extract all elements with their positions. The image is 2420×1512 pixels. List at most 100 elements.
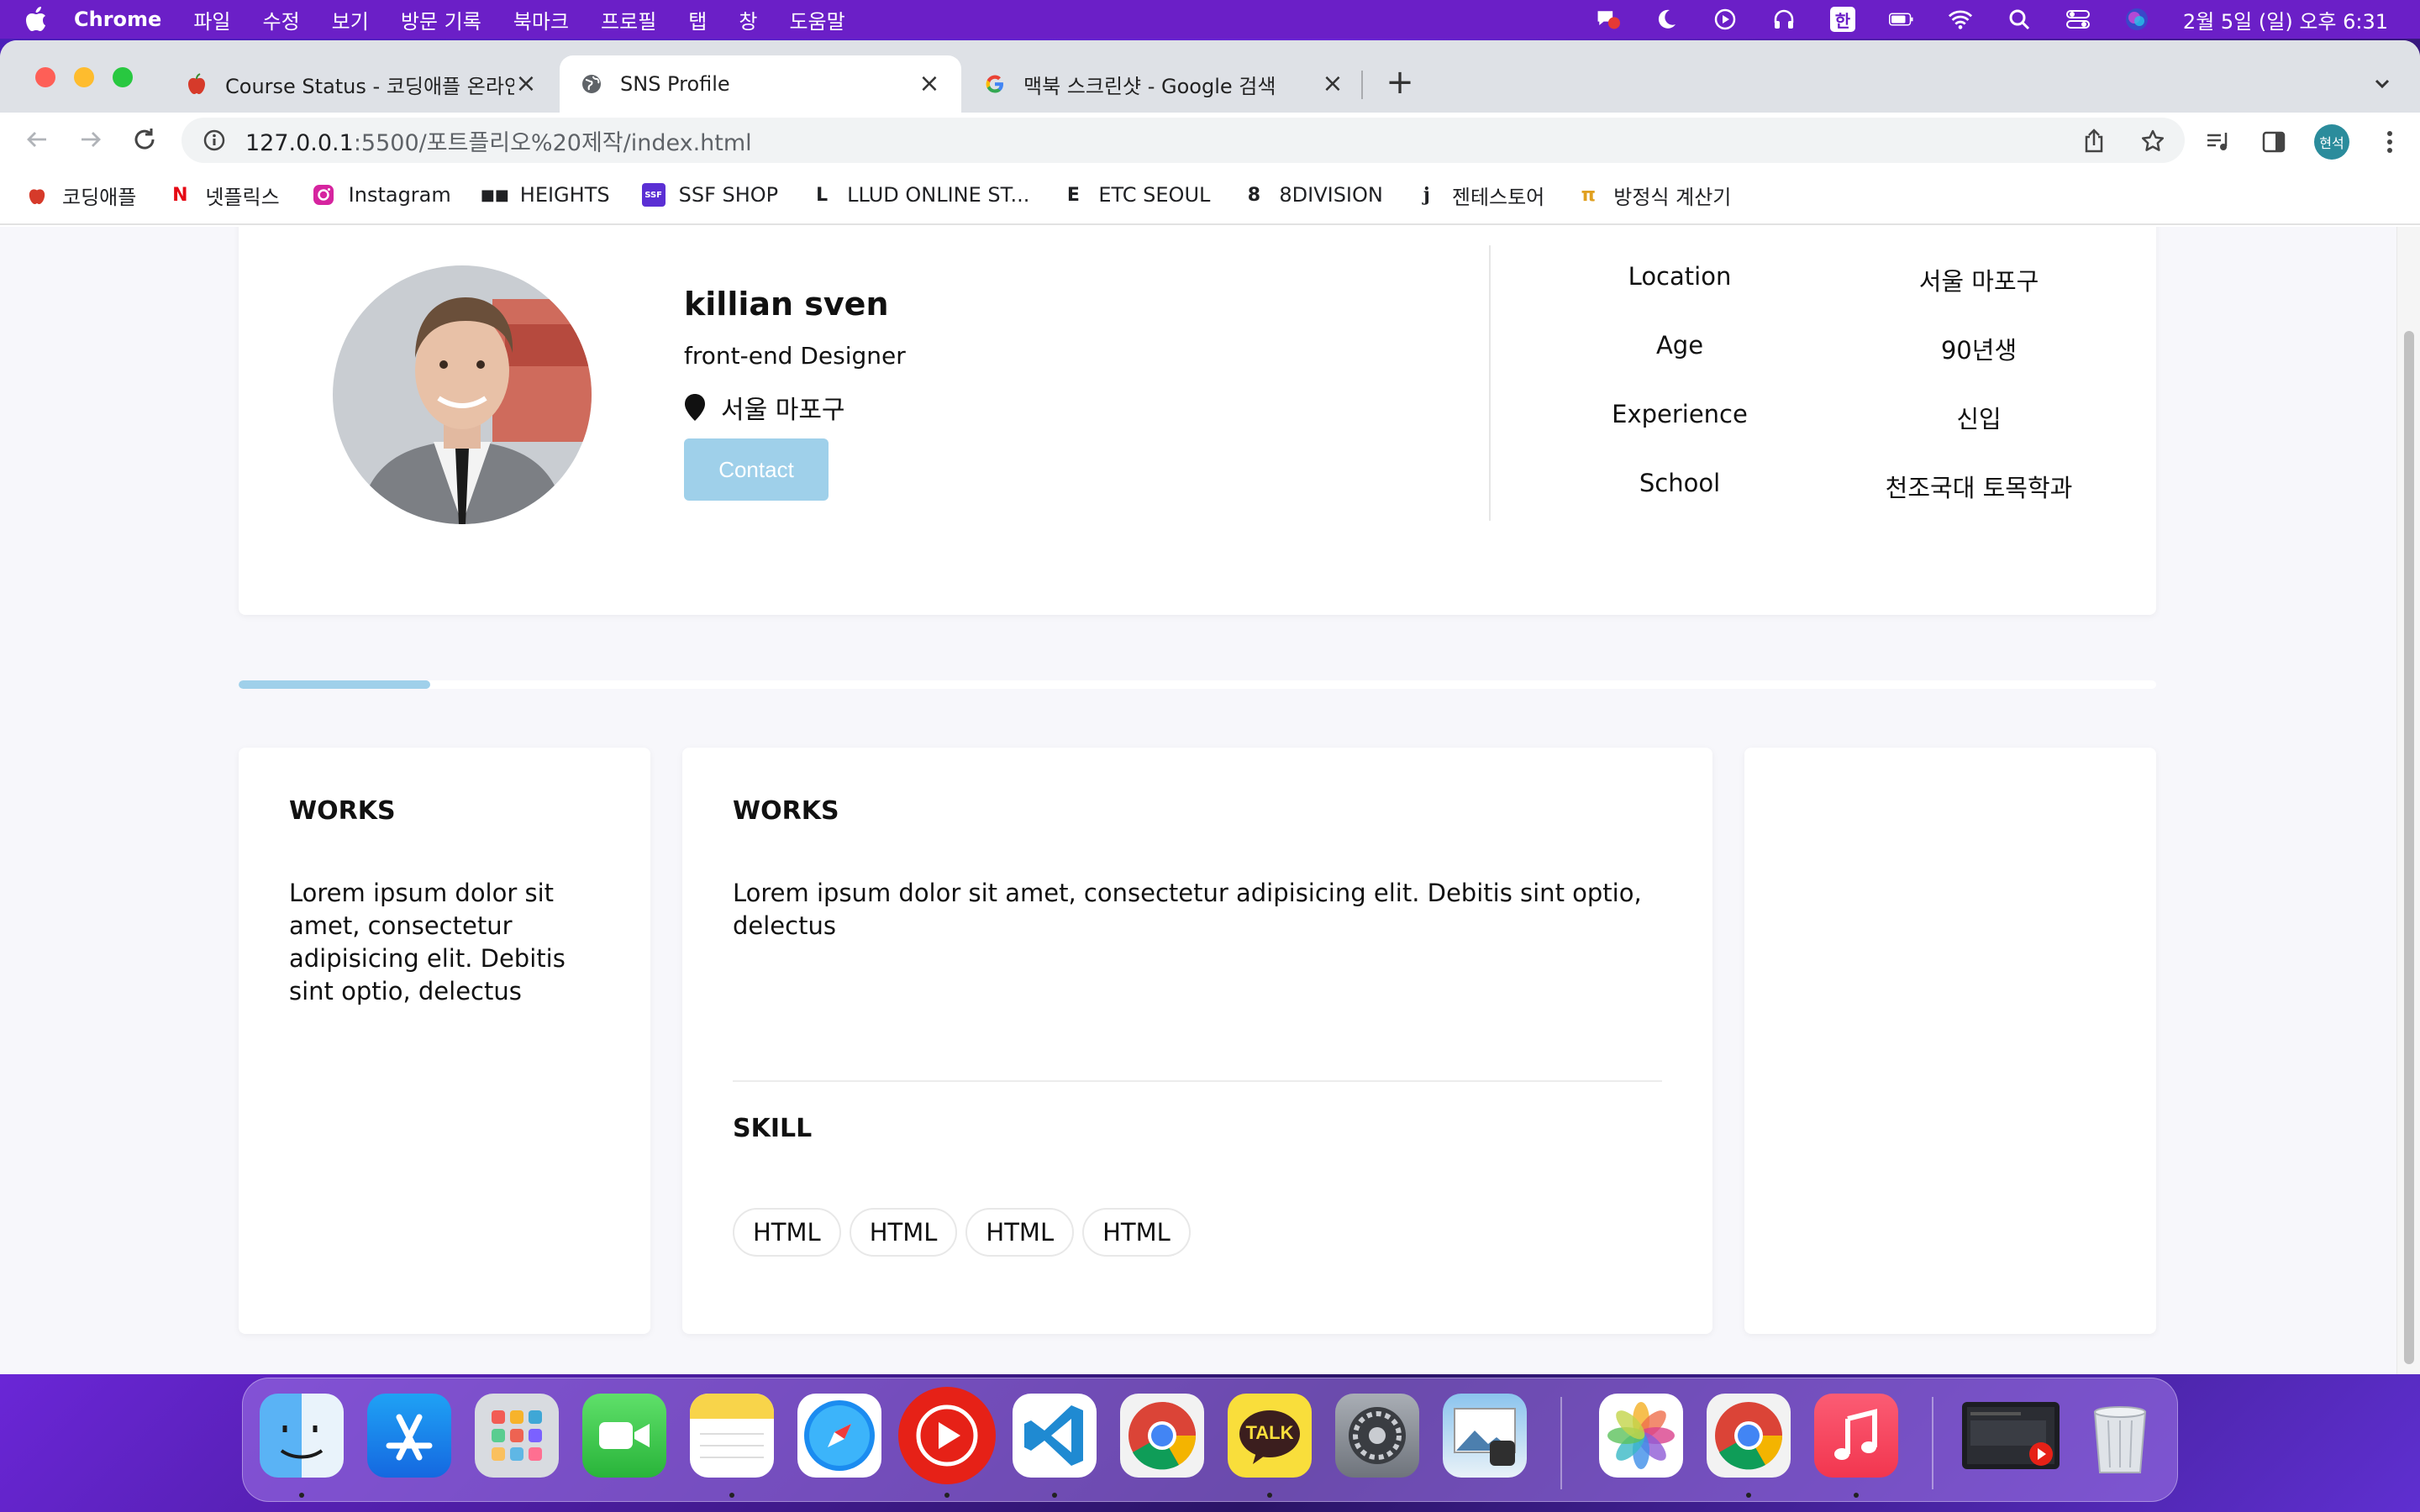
- app-store-icon[interactable]: [367, 1394, 451, 1478]
- bookmark-star-icon[interactable]: [2139, 128, 2166, 155]
- control-center-icon[interactable]: [2065, 7, 2091, 32]
- works-skill-card: WORKS Lorem ipsum dolor sit amet, consec…: [682, 748, 1712, 1334]
- bookmark-heights[interactable]: ■■ HEIGHTS: [481, 183, 610, 207]
- music-icon[interactable]: [1814, 1394, 1898, 1478]
- moon-icon[interactable]: [1654, 7, 1679, 32]
- bookmark-label: 코딩애플: [62, 185, 137, 209]
- window-close-button[interactable]: [35, 67, 55, 87]
- input-source-icon[interactable]: 한: [1829, 7, 1855, 32]
- menu-edit[interactable]: 수정: [262, 5, 299, 34]
- scrollbar-thumb[interactable]: [2404, 331, 2414, 1364]
- bookmarks-bar: 코딩애플 N 넷플릭스 Instagram ■■ HEIGHTS SSF SSF…: [0, 166, 2420, 225]
- play-circle-icon[interactable]: [1712, 7, 1738, 32]
- tab-close-icon[interactable]: ×: [1321, 71, 1344, 97]
- screen-recording-icon[interactable]: [1962, 1402, 2060, 1469]
- bookmark-codingapple[interactable]: 코딩애플: [25, 181, 136, 210]
- apple-favicon-icon: [185, 72, 208, 96]
- tab-google-search[interactable]: 맥북 스크린샷 - Google 검색 ×: [963, 55, 1365, 113]
- tab-search-chevron-icon[interactable]: [2370, 71, 2395, 96]
- bookmark-etc-seoul[interactable]: E ETC SEOUL: [1061, 183, 1211, 207]
- page-viewport[interactable]: killian sven front-end Designer 서울 마포구 C…: [0, 227, 2420, 1374]
- mac-menubar: Chrome 파일 수정 보기 방문 기록 북마크 프로필 탭 창 도움말 한: [0, 0, 2420, 39]
- bookmark-8division[interactable]: 8 8DIVISION: [1242, 183, 1383, 207]
- launchpad-icon[interactable]: [475, 1394, 559, 1478]
- share-icon[interactable]: [2081, 128, 2107, 155]
- youtube-music-icon[interactable]: [898, 1387, 996, 1484]
- url-text[interactable]: 127.0.0.1:5500/포트플리오%20제작/index.html: [245, 124, 752, 157]
- bookmark-pi-calculator[interactable]: π 방정식 계산기: [1576, 181, 1732, 210]
- vscode-icon[interactable]: [1013, 1394, 1097, 1478]
- finder-icon[interactable]: [260, 1394, 344, 1478]
- spotlight-search-icon[interactable]: [2007, 7, 2032, 32]
- bookmark-netflix[interactable]: N 넷플릭스: [168, 181, 280, 210]
- info-value: 천조국대 토목학과: [1885, 474, 2073, 502]
- kakao-label: TALK: [1245, 1422, 1294, 1443]
- progress-fill: [239, 680, 431, 689]
- menu-bookmarks[interactable]: 북마크: [513, 5, 569, 34]
- tab-title: 맥북 스크린샷 - Google 검색: [1023, 74, 1276, 98]
- apple-icon: [25, 183, 49, 207]
- globe-icon: [580, 72, 603, 96]
- running-indicator: [944, 1493, 950, 1498]
- window-minimize-button[interactable]: [74, 67, 94, 87]
- bookmark-llud[interactable]: L LLUD ONLINE ST...: [810, 183, 1029, 207]
- battery-icon[interactable]: [1888, 7, 1914, 32]
- menu-tab[interactable]: 탭: [688, 5, 707, 34]
- menu-profile[interactable]: 프로필: [601, 5, 656, 34]
- notes-icon[interactable]: [690, 1394, 774, 1478]
- photos-icon[interactable]: [1599, 1394, 1683, 1478]
- media-control-icon[interactable]: [2203, 127, 2233, 157]
- bookmark-label: SSF SHOP: [678, 183, 779, 207]
- menu-history[interactable]: 방문 기록: [401, 5, 481, 34]
- page-scrollbar[interactable]: [2396, 227, 2420, 1374]
- section-divider: [733, 1080, 1662, 1082]
- kakaotalk-icon[interactable]: TALK: [1228, 1394, 1312, 1478]
- chrome-icon[interactable]: [1707, 1394, 1791, 1478]
- tab-course-status[interactable]: Course Status - 코딩애플 온라인 ×: [165, 55, 558, 113]
- bookmark-label: 방정식 계산기: [1613, 185, 1732, 209]
- siri-icon[interactable]: [2124, 7, 2149, 32]
- menubar-clock[interactable]: 2월 5일 (일) 오후 6:31: [2183, 5, 2388, 34]
- profile-avatar[interactable]: 현석: [2314, 124, 2349, 160]
- trash-icon[interactable]: [2078, 1394, 2162, 1478]
- new-tab-button[interactable]: +: [1385, 66, 1415, 99]
- safari-icon[interactable]: [797, 1394, 881, 1478]
- forward-arrow-icon[interactable]: [76, 124, 106, 155]
- notification-bubble-icon[interactable]: [1595, 7, 1620, 32]
- bookmark-ssf-shop[interactable]: SSF SSF SHOP: [641, 183, 779, 207]
- contact-button[interactable]: Contact: [684, 438, 829, 501]
- info-key: School: [1639, 469, 1721, 497]
- menu-view[interactable]: 보기: [332, 5, 369, 34]
- bookmark-instagram[interactable]: Instagram: [312, 183, 451, 207]
- side-panel-icon[interactable]: [2259, 127, 2289, 157]
- chrome-icon[interactable]: [1120, 1394, 1204, 1478]
- location-pin-icon: [684, 393, 706, 422]
- apple-menu-icon[interactable]: [24, 7, 49, 32]
- tab-sns-profile[interactable]: SNS Profile ×: [560, 55, 961, 113]
- reload-icon[interactable]: [129, 124, 160, 155]
- running-indicator: [1854, 1493, 1859, 1498]
- menu-help[interactable]: 도움말: [789, 5, 844, 34]
- info-row-experience: Experience 신입: [1533, 383, 2121, 452]
- skill-chip: HTML: [1082, 1208, 1191, 1257]
- window-controls: [35, 67, 133, 87]
- menu-window[interactable]: 창: [739, 5, 757, 34]
- site-info-icon[interactable]: [202, 128, 227, 153]
- bookmark-label: HEIGHTS: [519, 183, 610, 207]
- bookmark-label: Instagram: [348, 183, 451, 207]
- menu-file[interactable]: 파일: [193, 5, 230, 34]
- bookmark-jente[interactable]: j 젠테스토어: [1415, 181, 1544, 210]
- system-settings-icon[interactable]: [1335, 1394, 1419, 1478]
- facetime-icon[interactable]: [582, 1394, 666, 1478]
- headphones-icon[interactable]: [1771, 7, 1797, 32]
- tab-close-icon[interactable]: ×: [514, 71, 538, 97]
- back-arrow-icon[interactable]: [22, 124, 52, 155]
- info-key: Age: [1655, 331, 1704, 360]
- chrome-menu-icon[interactable]: [2375, 127, 2405, 157]
- address-bar[interactable]: 127.0.0.1:5500/포트플리오%20제작/index.html: [182, 118, 2185, 163]
- menu-app-name[interactable]: Chrome: [74, 8, 161, 31]
- tab-close-icon[interactable]: ×: [918, 71, 941, 97]
- wifi-icon[interactable]: [1948, 7, 1973, 32]
- window-zoom-button[interactable]: [113, 67, 133, 87]
- preview-icon[interactable]: [1443, 1394, 1527, 1478]
